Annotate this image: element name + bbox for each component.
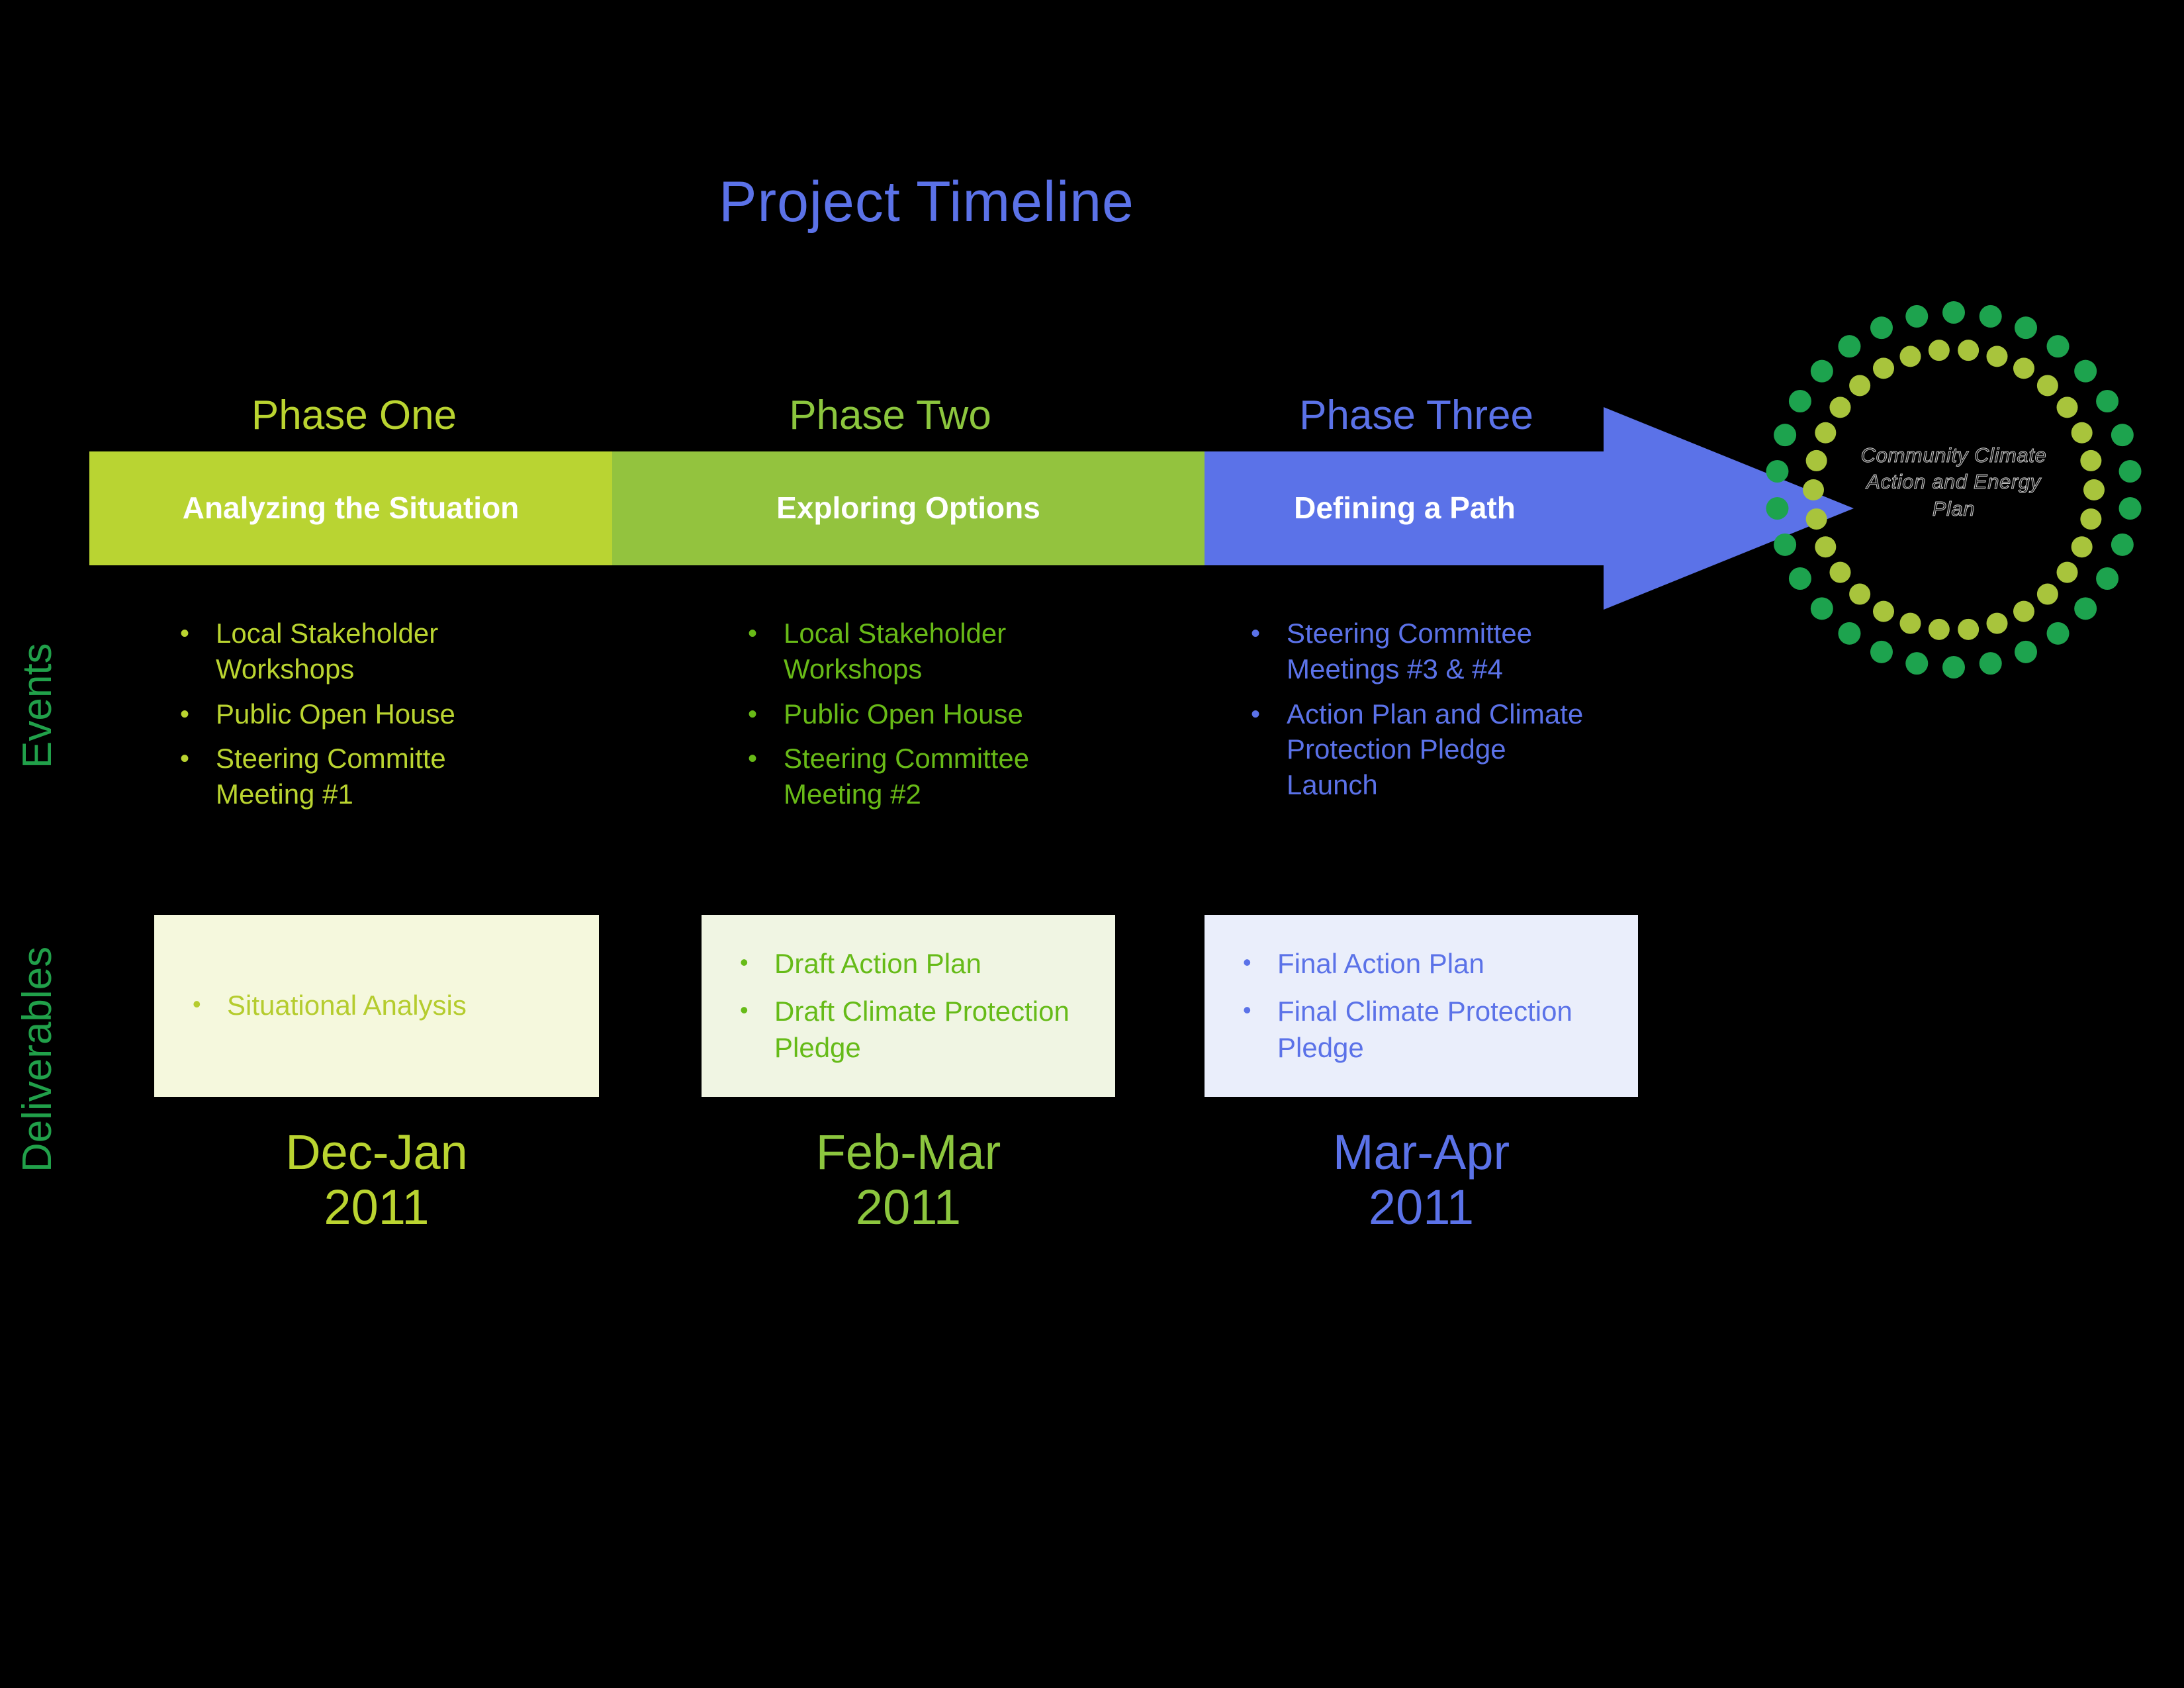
event-label: Local Stakeholder Workshops bbox=[216, 618, 439, 684]
bullet-icon: • bbox=[180, 699, 190, 729]
list-item: • Local Stakeholder Workshops bbox=[180, 616, 524, 687]
events-column-phase-three: • Steering Committee Meetings #3 & #4 • … bbox=[1251, 616, 1595, 812]
date-label-phase-two: Feb-Mar 2011 bbox=[815, 1125, 1001, 1235]
phase-progress-bar: Analyzing the Situation Exploring Option… bbox=[89, 451, 1605, 565]
deliverable-label: Situational Analysis bbox=[227, 990, 467, 1021]
list-item: • Situational Analysis bbox=[193, 988, 582, 1024]
event-label: Local Stakeholder Workshops bbox=[784, 618, 1007, 684]
list-item: • Steering Committee Meeting #2 bbox=[748, 741, 1092, 812]
phase-bar-segment-one: Analyzing the Situation bbox=[89, 451, 612, 565]
page-title: Project Timeline bbox=[719, 170, 1134, 234]
axis-label-deliverables: Deliverables bbox=[15, 946, 60, 1172]
deliverables-box-phase-one: • Situational Analysis bbox=[154, 915, 599, 1097]
bullet-icon: • bbox=[748, 619, 758, 648]
list-item: • Action Plan and Climate Protection Ple… bbox=[1251, 696, 1595, 803]
deliverable-label: Draft Action Plan bbox=[774, 947, 981, 979]
deliverables-box-phase-two: • Draft Action Plan • Draft Climate Prot… bbox=[702, 915, 1115, 1097]
event-label: Steering Committee Meeting #2 bbox=[784, 743, 1030, 810]
bullet-icon: • bbox=[180, 619, 190, 648]
event-label: Public Open House bbox=[216, 698, 455, 729]
bullet-icon: • bbox=[1243, 948, 1251, 976]
bullet-icon: • bbox=[748, 744, 758, 774]
list-item: • Final Action Plan bbox=[1243, 946, 1621, 982]
bullet-icon: • bbox=[180, 744, 190, 774]
list-item: • Steering Committee Meetings #3 & #4 bbox=[1251, 616, 1595, 687]
date-label-phase-one: Dec-Jan 2011 bbox=[285, 1125, 468, 1235]
bullet-icon: • bbox=[1251, 619, 1261, 648]
phase-bar-segment-three: Defining a Path bbox=[1205, 451, 1605, 565]
event-label: Action Plan and Climate Protection Pledg… bbox=[1287, 698, 1584, 801]
event-label: Public Open House bbox=[784, 698, 1023, 729]
date-label-phase-three: Mar-Apr 2011 bbox=[1332, 1125, 1510, 1235]
list-item: • Public Open House bbox=[748, 696, 1092, 732]
events-column-phase-one: • Local Stakeholder Workshops • Public O… bbox=[180, 616, 524, 821]
bullet-icon: • bbox=[740, 996, 749, 1024]
deliverables-box-phase-three: • Final Action Plan • Final Climate Prot… bbox=[1205, 915, 1638, 1097]
bullet-icon: • bbox=[1243, 996, 1251, 1024]
list-item: • Final Climate Protection Pledge bbox=[1243, 994, 1621, 1066]
deliverable-label: Final Climate Protection Pledge bbox=[1277, 996, 1572, 1063]
event-label: Steering Committee Meetings #3 & #4 bbox=[1287, 618, 1533, 684]
list-item: • Local Stakeholder Workshops bbox=[748, 616, 1092, 687]
list-item: • Steering Committe Meeting #1 bbox=[180, 741, 524, 812]
phase-heading-one: Phase One bbox=[251, 393, 457, 438]
event-label: Steering Committe Meeting #1 bbox=[216, 743, 446, 810]
deliverable-label: Draft Climate Protection Pledge bbox=[774, 996, 1069, 1063]
phase-heading-three: Phase Three bbox=[1299, 393, 1533, 438]
logo-center-text: Community Climate Action and Energy Plan bbox=[1860, 444, 2047, 521]
plan-logo: Community Climate Action and Energy Plan bbox=[1755, 291, 2152, 688]
bullet-icon: • bbox=[748, 699, 758, 729]
bullet-icon: • bbox=[193, 990, 201, 1018]
list-item: • Public Open House bbox=[180, 696, 524, 732]
phase-heading-two: Phase Two bbox=[789, 393, 991, 438]
timeline-slide: Project Timeline Phase One Phase Two Pha… bbox=[0, 0, 2184, 1688]
bullet-icon: • bbox=[1251, 699, 1261, 729]
phase-bar-segment-two: Exploring Options bbox=[612, 451, 1205, 565]
deliverable-label: Final Action Plan bbox=[1277, 947, 1484, 979]
list-item: • Draft Climate Protection Pledge bbox=[740, 994, 1098, 1066]
bullet-icon: • bbox=[740, 948, 749, 976]
list-item: • Draft Action Plan bbox=[740, 946, 1098, 982]
events-column-phase-two: • Local Stakeholder Workshops • Public O… bbox=[748, 616, 1092, 821]
axis-label-events: Events bbox=[15, 643, 60, 769]
